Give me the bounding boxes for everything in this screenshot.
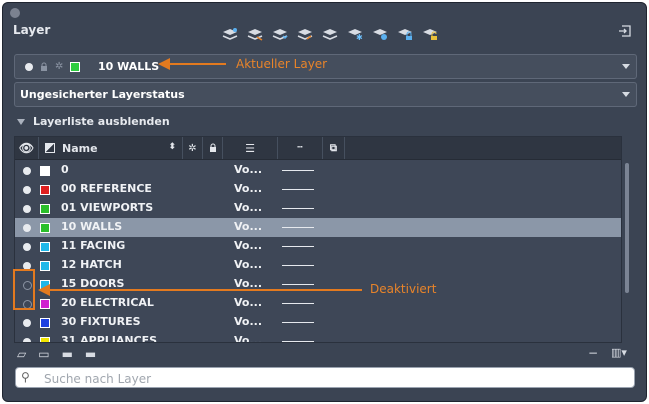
disabled-arrowhead [38, 284, 50, 296]
current-layer-arrowhead [158, 58, 170, 70]
current-layer-callout: Aktueller Layer [236, 57, 328, 71]
disabled-layers-highlight [13, 269, 35, 310]
disabled-callout: Deaktiviert [370, 282, 437, 296]
